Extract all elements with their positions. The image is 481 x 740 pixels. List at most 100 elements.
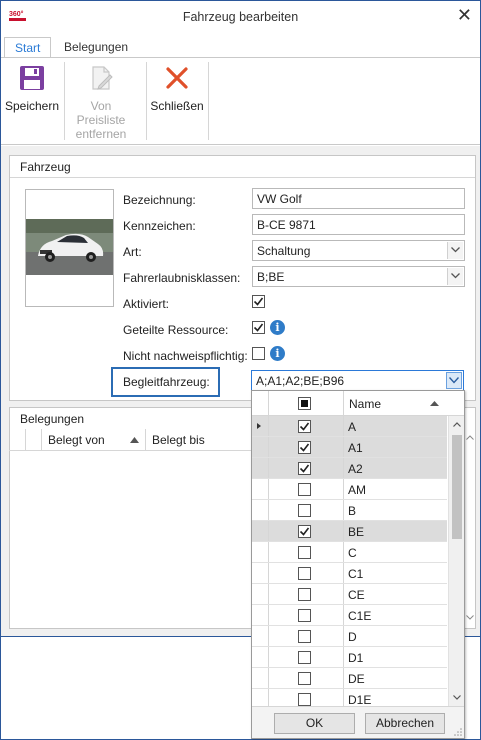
scrollbar-thumb[interactable]: [452, 435, 462, 539]
row-checkbox[interactable]: [298, 567, 311, 580]
grid-row[interactable]: DE: [252, 668, 447, 689]
remove-from-pricelist-button[interactable]: Von Preisliste entfernen: [65, 58, 137, 144]
grid-row[interactable]: D1: [252, 647, 447, 668]
begleitfahrzeug-select[interactable]: A;A1;A2;BE;B96: [251, 370, 464, 391]
row-checkbox[interactable]: [298, 609, 311, 622]
row-indicator-cell: [252, 626, 268, 646]
chevron-down-icon[interactable]: [447, 242, 463, 259]
remove-label: Von Preisliste entfernen: [65, 99, 137, 141]
remove-label-line1: Von Preisliste: [76, 99, 126, 127]
grid-row[interactable]: CE: [252, 584, 447, 605]
grid-row[interactable]: A2: [252, 458, 447, 479]
column-belegt-bis-label: Belegt bis: [152, 433, 205, 447]
tab-belegungen[interactable]: Belegungen: [54, 37, 138, 58]
window-title: Fahrzeug bearbeiten: [182, 10, 299, 24]
row-name: C1: [348, 567, 364, 581]
bezeichnung-field[interactable]: VW Golf: [252, 188, 465, 209]
ribbon-separator: [146, 62, 147, 140]
scroll-up-icon[interactable]: [466, 435, 474, 440]
row-checkbox[interactable]: [298, 672, 311, 685]
info-icon[interactable]: i: [270, 320, 285, 335]
scroll-down-icon[interactable]: [466, 615, 474, 620]
grid-row[interactable]: BE: [252, 521, 447, 542]
row-name: A1: [348, 441, 363, 455]
fahrerlaubnis-select[interactable]: B;BE: [252, 266, 465, 287]
select-all-header[interactable]: [268, 391, 343, 415]
name-cell: [343, 500, 447, 520]
dropdown-button-bar: OK Abbrechen: [252, 706, 464, 738]
bezeichnung-label: Bezeichnung:: [123, 193, 196, 207]
kennzeichen-field[interactable]: B-CE 9871: [252, 214, 465, 235]
name-cell: [343, 626, 447, 646]
row-checkbox[interactable]: [298, 693, 311, 706]
grid-row[interactable]: C: [252, 542, 447, 563]
resize-grip-icon[interactable]: [454, 728, 462, 736]
row-indicator-cell: [252, 458, 268, 478]
row-indicator-header: [252, 391, 268, 415]
grid-row[interactable]: C1: [252, 563, 447, 584]
name-header-label: Name: [349, 397, 382, 411]
column-belegt-von[interactable]: Belegt von: [41, 429, 145, 451]
art-label: Art:: [123, 245, 142, 259]
sort-ascending-icon: [430, 401, 439, 406]
geteilte-ressource-checkbox[interactable]: [252, 321, 265, 334]
row-name: AM: [348, 483, 366, 497]
row-checkbox[interactable]: [298, 651, 311, 664]
ok-button[interactable]: OK: [274, 713, 355, 734]
art-value: Schaltung: [257, 244, 311, 258]
edit-vehicle-window: 360° Fahrzeug bearbeiten ✕ Start Belegun…: [0, 0, 481, 740]
row-name: CE: [348, 588, 365, 602]
close-button[interactable]: Schließen: [148, 58, 206, 144]
cancel-button[interactable]: Abbrechen: [365, 713, 445, 734]
name-cell: [343, 416, 447, 436]
scroll-down-icon[interactable]: [453, 695, 461, 700]
grid-header: Name: [252, 391, 464, 416]
row-indicator-cell: [252, 521, 268, 541]
chevron-down-icon[interactable]: [446, 372, 462, 389]
row-checkbox[interactable]: [298, 462, 311, 475]
row-name: DE: [348, 672, 365, 686]
dropdown-scrollbar[interactable]: [448, 416, 464, 706]
nicht-nachweispflichtig-label: Nicht nachweispflichtig:: [123, 349, 248, 363]
aktiviert-checkbox[interactable]: [252, 295, 265, 308]
row-checkbox[interactable]: [298, 588, 311, 601]
close-label: Schließen: [150, 99, 204, 113]
row-name: C: [348, 546, 357, 560]
row-checkbox[interactable]: [298, 420, 311, 433]
save-button[interactable]: Speichern: [3, 58, 61, 144]
row-checkbox[interactable]: [298, 441, 311, 454]
grid-row[interactable]: B: [252, 500, 447, 521]
nicht-nachweispflichtig-checkbox[interactable]: [252, 347, 265, 360]
belegungen-scrollbar[interactable]: [465, 429, 475, 628]
title-bar: 360° Fahrzeug bearbeiten ✕: [1, 1, 480, 34]
scroll-up-icon[interactable]: [453, 422, 461, 427]
info-icon[interactable]: i: [270, 346, 285, 361]
chevron-down-icon[interactable]: [447, 268, 463, 285]
row-indicator-cell: [252, 563, 268, 583]
grid-row[interactable]: C1E: [252, 605, 447, 626]
select-all-checkbox[interactable]: [298, 397, 311, 410]
sort-ascending-icon: [130, 437, 139, 443]
grid-row[interactable]: A1: [252, 437, 447, 458]
column-belegt-bis[interactable]: Belegt bis: [145, 429, 251, 451]
save-icon: [19, 65, 45, 91]
ribbon-separator: [208, 62, 209, 140]
close-window-icon[interactable]: ✕: [457, 5, 472, 26]
begleitfahrzeug-label: Begleitfahrzeug:: [111, 367, 220, 397]
tab-start[interactable]: Start: [4, 37, 52, 58]
row-checkbox[interactable]: [298, 630, 311, 643]
grid-row[interactable]: A: [252, 416, 447, 437]
row-checkbox[interactable]: [298, 483, 311, 496]
grid-row[interactable]: AM: [252, 479, 447, 500]
name-cell: [343, 542, 447, 562]
name-column-header[interactable]: Name: [343, 391, 447, 415]
row-checkbox[interactable]: [298, 546, 311, 559]
begleitfahrzeug-dropdown[interactable]: Name A A1 A2 AM B BE C C1 CE C1E D D1 DE D1E OK Abbre…: [251, 390, 465, 739]
row-checkbox[interactable]: [298, 525, 311, 538]
row-name: D: [348, 630, 357, 644]
grid-row[interactable]: D: [252, 626, 447, 647]
art-select[interactable]: Schaltung: [252, 240, 465, 261]
row-checkbox[interactable]: [298, 504, 311, 517]
geteilte-ressource-label: Geteilte Ressource:: [123, 323, 229, 337]
fahrerlaubnis-value: B;BE: [257, 270, 285, 284]
